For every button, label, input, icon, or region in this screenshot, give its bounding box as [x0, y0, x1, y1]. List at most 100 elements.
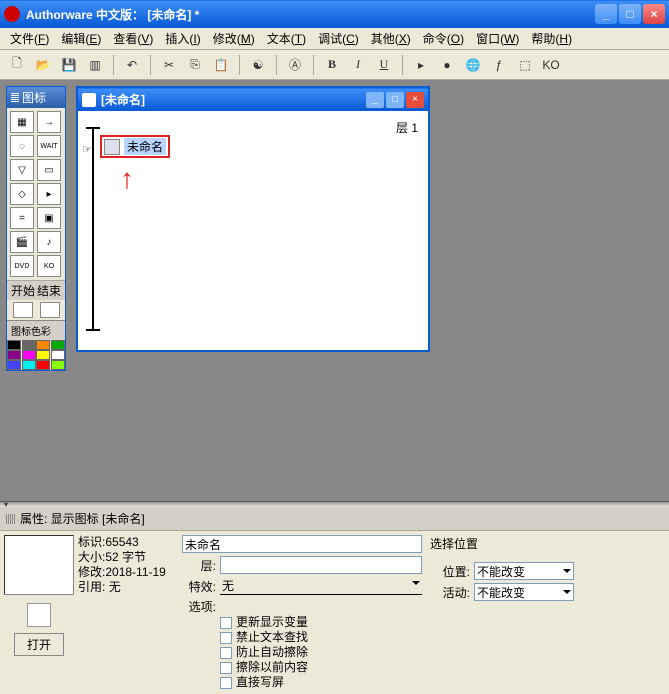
checkbox-label: 禁止文本查找 [236, 630, 308, 645]
dw-maximize-button[interactable]: □ [386, 92, 404, 108]
tool-nav-icon[interactable]: ▽ [10, 159, 34, 181]
tool-motion-icon[interactable]: → [37, 111, 61, 133]
icons-panel-title[interactable]: 图标 [7, 87, 65, 108]
effect-field-label: 特效: [182, 578, 216, 595]
tool-ko-icon[interactable]: KO [37, 255, 61, 277]
style-button[interactable]: Ⓐ [284, 54, 306, 76]
italic-button[interactable]: I [347, 54, 369, 76]
activity-label: 活动: [430, 584, 470, 601]
globe-button[interactable]: 🌐 [462, 54, 484, 76]
menu-o[interactable]: 命令(O) [417, 28, 470, 49]
color-swatch[interactable] [22, 360, 36, 370]
menu-i[interactable]: 插入(I) [159, 28, 206, 49]
checkbox[interactable] [220, 662, 232, 674]
properties-titlebar[interactable]: 属性: 显示图标 [未命名] [0, 507, 669, 531]
maximize-button[interactable]: □ [619, 4, 641, 24]
position-dropdown[interactable]: 不能改变 [474, 562, 574, 580]
checkbox[interactable] [220, 617, 232, 629]
design-canvas[interactable]: 层 1 ☞ 未命名 ↑ [78, 111, 428, 351]
close-button[interactable]: × [643, 4, 665, 24]
app-icon [4, 6, 20, 22]
play-button[interactable]: ▸ [410, 54, 432, 76]
minimize-button[interactable]: _ [595, 4, 617, 24]
color-swatch[interactable] [36, 360, 50, 370]
meta-block: 标识:65543 大小:52 字节 修改:2018-11-19 引用: 无 [78, 535, 178, 690]
menu-w[interactable]: 窗口(W) [470, 28, 525, 49]
checkbox[interactable] [220, 647, 232, 659]
effect-dropdown[interactable]: 无 [220, 577, 422, 595]
checkbox-label: 直接写屏 [236, 675, 284, 690]
design-window-titlebar[interactable]: [未命名] _ □ × [78, 88, 428, 111]
start-label: 开始 [11, 282, 35, 299]
stop-button[interactable]: ● [436, 54, 458, 76]
start-flag-icon[interactable] [13, 302, 33, 318]
tool-display-icon[interactable]: ▦ [10, 111, 34, 133]
tool-dvd-icon[interactable]: DVD [10, 255, 34, 277]
color-swatch[interactable] [22, 340, 36, 350]
undo-button[interactable]: ↶ [121, 54, 143, 76]
underline-button[interactable]: U [373, 54, 395, 76]
grip-icon [6, 514, 16, 524]
func-button[interactable]: ƒ [488, 54, 510, 76]
tool-interaction-icon[interactable]: ▸ [37, 183, 61, 205]
color-swatch[interactable] [36, 340, 50, 350]
menu-h[interactable]: 帮助(H) [525, 28, 578, 49]
color-swatch[interactable] [22, 350, 36, 360]
open-button[interactable]: 打开 [14, 633, 64, 656]
main-toolbar: 🗋📂💾▥ ↶ ✂⎘📋 ☯ Ⓐ BIU ▸●🌐ƒ⬚KO [0, 50, 669, 80]
color-swatch[interactable] [51, 340, 65, 350]
paste-button[interactable]: 📋 [210, 54, 232, 76]
copy-button[interactable]: ⎘ [184, 54, 206, 76]
dw-minimize-button[interactable]: _ [366, 92, 384, 108]
tool-calc-icon[interactable]: = [10, 207, 34, 229]
display-icon-node[interactable]: 未命名 [100, 135, 170, 158]
tool-erase-icon[interactable]: ◌ [10, 135, 34, 157]
tool-framework-icon[interactable]: ▭ [37, 159, 61, 181]
tool-wait-icon[interactable]: WAIT [37, 135, 61, 157]
open-button[interactable]: 📂 [32, 54, 54, 76]
menu-c[interactable]: 调试(C) [312, 28, 365, 49]
menu-bar: 文件(F)编辑(E)查看(V)插入(I)修改(M)文本(T)调试(C)其他(X)… [0, 28, 669, 50]
import-button[interactable]: ▥ [84, 54, 106, 76]
menu-v[interactable]: 查看(V) [107, 28, 159, 49]
var-button[interactable]: ⬚ [514, 54, 536, 76]
tool-sound-icon[interactable]: ♪ [37, 231, 61, 253]
layer-input[interactable] [220, 556, 422, 574]
checkbox[interactable] [220, 632, 232, 644]
checkbox[interactable] [220, 677, 232, 689]
position-section-title: 选择位置 [430, 535, 630, 552]
display-icon [104, 139, 120, 155]
activity-dropdown[interactable]: 不能改变 [474, 583, 574, 601]
display-icon-label: 未命名 [124, 138, 166, 155]
color-swatch[interactable] [36, 350, 50, 360]
menu-t[interactable]: 文本(T) [261, 28, 312, 49]
end-label: 结束 [37, 282, 61, 299]
color-swatch[interactable] [51, 350, 65, 360]
tool-movie-icon[interactable]: 🎬 [10, 231, 34, 253]
end-flag-icon[interactable] [40, 302, 60, 318]
bold-button[interactable]: B [321, 54, 343, 76]
menu-f[interactable]: 文件(F) [4, 28, 55, 49]
icon-name-input[interactable] [182, 535, 422, 553]
flow-hand-icon: ☞ [82, 143, 92, 156]
preview-thumbnail [4, 535, 74, 595]
color-swatch[interactable] [7, 360, 21, 370]
save-button[interactable]: 💾 [58, 54, 80, 76]
menu-m[interactable]: 修改(M) [207, 28, 261, 49]
cut-button[interactable]: ✂ [158, 54, 180, 76]
tool-map-icon[interactable]: ▣ [37, 207, 61, 229]
dw-close-button[interactable]: × [406, 92, 424, 108]
ko-button[interactable]: KO [540, 54, 562, 76]
tool-decision-icon[interactable]: ◇ [10, 183, 34, 205]
color-swatch[interactable] [7, 350, 21, 360]
find-button[interactable]: ☯ [247, 54, 269, 76]
app-title: Authorware 中文版： [未命名] * [26, 6, 595, 23]
design-window: [未命名] _ □ × 层 1 ☞ 未命名 ↑ [76, 86, 430, 352]
new-button[interactable]: 🗋 [6, 54, 28, 76]
color-swatch[interactable] [51, 360, 65, 370]
color-swatch[interactable] [7, 340, 21, 350]
colors-label: 图标色彩 [7, 320, 65, 340]
menu-e[interactable]: 编辑(E) [55, 28, 107, 49]
menu-x[interactable]: 其他(X) [365, 28, 417, 49]
properties-panel: 属性: 显示图标 [未命名] 打开 标识:65543 大小:52 字节 修改:2… [0, 507, 669, 671]
